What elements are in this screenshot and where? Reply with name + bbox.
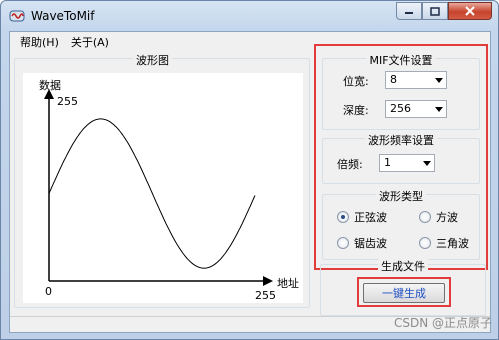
chevron-down-icon xyxy=(435,78,443,83)
frequency-settings-title: 波形频率设置 xyxy=(365,132,437,148)
y-max-label: 255 xyxy=(57,95,78,108)
menu-help[interactable]: 帮助(H) xyxy=(16,32,67,52)
depth-value: 256 xyxy=(390,102,411,115)
radio-sawtooth-label: 锯齿波 xyxy=(354,237,387,250)
generate-title: 生成文件 xyxy=(378,258,428,274)
close-icon xyxy=(465,6,475,16)
x-axis-arrow-icon xyxy=(263,276,273,286)
waveform-group: 波形图 数据 255 地址 0 255 xyxy=(14,52,310,308)
chevron-down-icon xyxy=(435,107,443,112)
chevron-down-icon xyxy=(423,161,431,166)
mif-settings-group: MIF文件设置 位宽: 8 深度: 256 xyxy=(322,52,480,130)
settings-panel: MIF文件设置 位宽: 8 深度: 256 波形频率设置 倍频: 1 波形类型 … xyxy=(314,44,488,270)
y-axis-label: 数据 xyxy=(39,79,61,92)
waveform-plot: 数据 255 地址 0 255 xyxy=(23,73,303,303)
radio-sine[interactable]: 正弦波 xyxy=(337,209,387,225)
radio-triangle-label: 三角波 xyxy=(436,237,469,250)
minimize-button[interactable] xyxy=(396,2,422,20)
x-max-label: 255 xyxy=(255,289,276,302)
generate-highlight: 一键生成 xyxy=(357,277,451,307)
multiplier-select[interactable]: 1 xyxy=(379,154,435,172)
radio-sawtooth[interactable]: 锯齿波 xyxy=(337,235,387,251)
bit-width-select[interactable]: 8 xyxy=(385,71,447,89)
radio-square[interactable]: 方波 xyxy=(419,209,458,225)
origin-label: 0 xyxy=(45,285,52,298)
depth-label: 深度: xyxy=(343,104,369,117)
generate-group: 生成文件 一键生成 xyxy=(320,258,486,316)
client-area: 帮助(H) 关于(A) 波形图 数据 255 地址 0 255 MIF文件设置 … xyxy=(9,31,491,333)
x-axis-label: 地址 xyxy=(277,277,299,290)
minimize-icon xyxy=(405,12,413,14)
radio-triangle[interactable]: 三角波 xyxy=(419,235,469,251)
radio-empty-icon xyxy=(337,237,349,249)
frequency-settings-group: 波形频率设置 倍频: 1 xyxy=(322,132,480,184)
app-window: WaveToMif 帮助(H) 关于(A) 波形图 数据 255 地址 0 25… xyxy=(0,0,499,340)
generate-button[interactable]: 一键生成 xyxy=(363,283,445,303)
maximize-button[interactable] xyxy=(422,2,448,20)
bit-width-value: 8 xyxy=(390,73,397,86)
waveform-line xyxy=(48,118,256,269)
depth-select[interactable]: 256 xyxy=(385,100,447,118)
title-bar[interactable]: WaveToMif xyxy=(1,1,498,31)
radio-empty-icon xyxy=(419,237,431,249)
app-icon xyxy=(9,10,25,22)
waveform-group-title: 波形图 xyxy=(133,52,172,68)
multiplier-label: 倍频: xyxy=(337,158,363,171)
window-controls xyxy=(396,2,492,21)
wave-type-title: 波形类型 xyxy=(376,188,426,204)
radio-square-label: 方波 xyxy=(436,211,458,224)
menu-about[interactable]: 关于(A) xyxy=(67,32,117,52)
multiplier-value: 1 xyxy=(384,156,391,169)
maximize-icon xyxy=(430,6,440,16)
bit-width-label: 位宽: xyxy=(343,75,369,88)
radio-sine-label: 正弦波 xyxy=(354,211,387,224)
wave-type-group: 波形类型 正弦波 方波 锯齿波 三角波 xyxy=(322,188,480,260)
close-button[interactable] xyxy=(448,2,492,20)
radio-selected-icon xyxy=(337,211,349,223)
mif-settings-title: MIF文件设置 xyxy=(366,52,436,68)
radio-empty-icon xyxy=(419,211,431,223)
watermark: CSDN @正点原子 xyxy=(393,316,492,330)
window-title: WaveToMif xyxy=(31,9,95,23)
